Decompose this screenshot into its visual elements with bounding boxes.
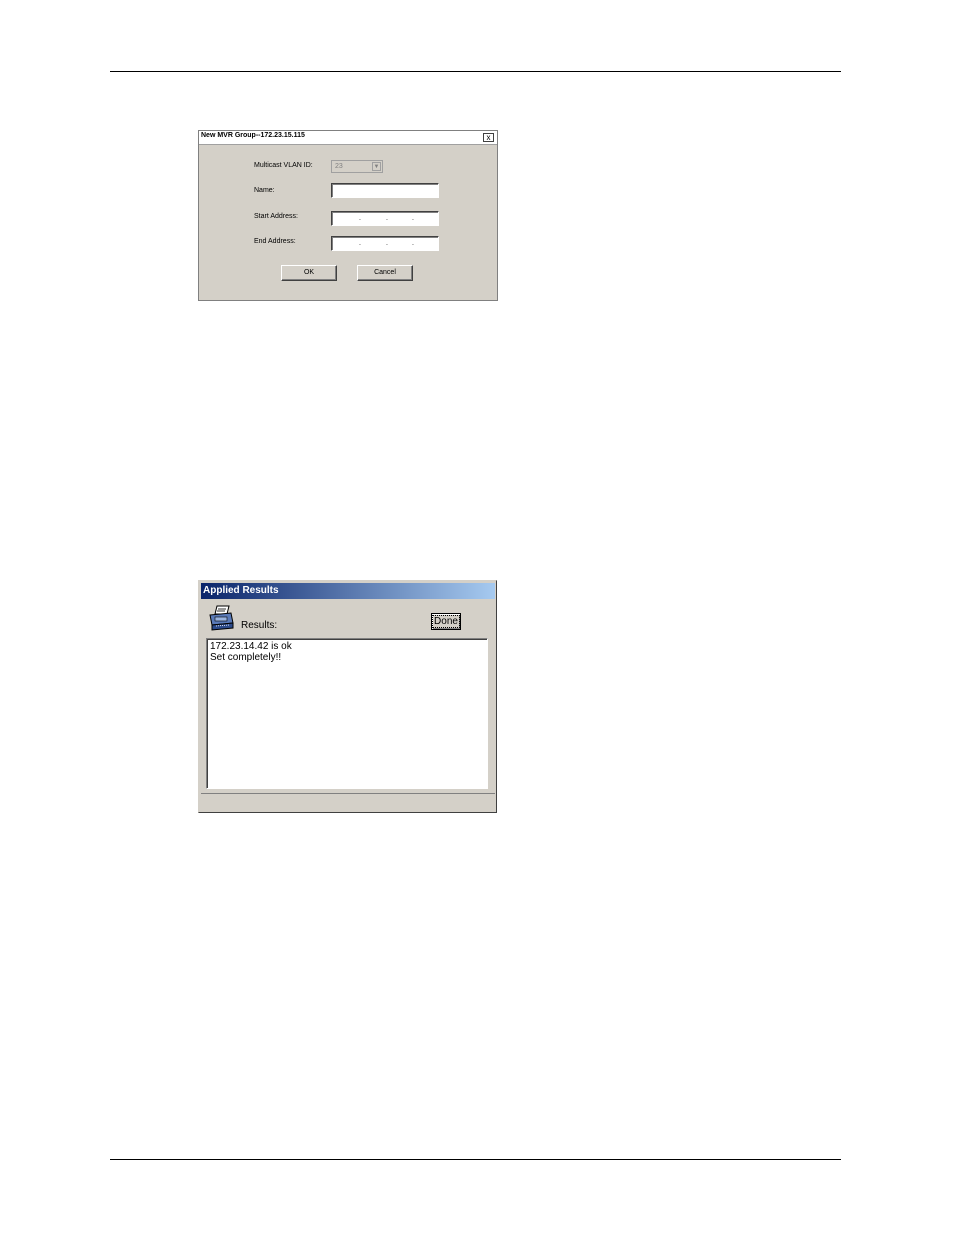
name-field[interactable] — [331, 183, 439, 198]
chevron-down-icon[interactable]: ▼ — [372, 162, 381, 171]
footer-rule — [110, 1159, 841, 1160]
end-address-label: End Address: — [254, 238, 296, 245]
results-label: Results: — [241, 620, 278, 631]
end-address-field[interactable]: . . . — [331, 236, 439, 251]
dialog-title: New MVR Group--172.23.15.115 — [201, 132, 305, 139]
applied-results-dialog: Applied Results Results: Done 172.23.14.… — [198, 580, 497, 813]
dialog-titlebar: Applied Results — [201, 583, 495, 599]
multicast-vlan-id-label: Multicast VLAN ID: — [254, 162, 313, 169]
multicast-vlan-id-value: 23 — [335, 163, 343, 170]
start-address-field[interactable]: . . . — [331, 211, 439, 226]
result-line: Set completely!! — [210, 652, 282, 663]
done-button[interactable]: Done — [431, 613, 461, 630]
done-button-label: Done — [432, 615, 460, 628]
status-bar — [201, 793, 495, 810]
results-textarea[interactable]: 172.23.14.42 is ok Set completely!! — [206, 638, 488, 789]
header-rule — [110, 71, 841, 72]
printer-icon — [209, 605, 234, 631]
name-label: Name: — [254, 187, 275, 194]
cancel-button[interactable]: Cancel — [357, 265, 413, 281]
multicast-vlan-id-select[interactable]: 23 ▼ — [331, 160, 383, 173]
new-mvr-group-dialog: New MVR Group--172.23.15.115 x Multicast… — [198, 130, 498, 301]
result-line: 172.23.14.42 is ok — [210, 641, 292, 652]
start-address-label: Start Address: — [254, 213, 298, 220]
ok-button[interactable]: OK — [281, 265, 337, 281]
close-icon[interactable]: x — [483, 133, 494, 142]
dialog-title: Applied Results — [203, 585, 279, 596]
dialog-titlebar: New MVR Group--172.23.15.115 x — [199, 131, 497, 145]
